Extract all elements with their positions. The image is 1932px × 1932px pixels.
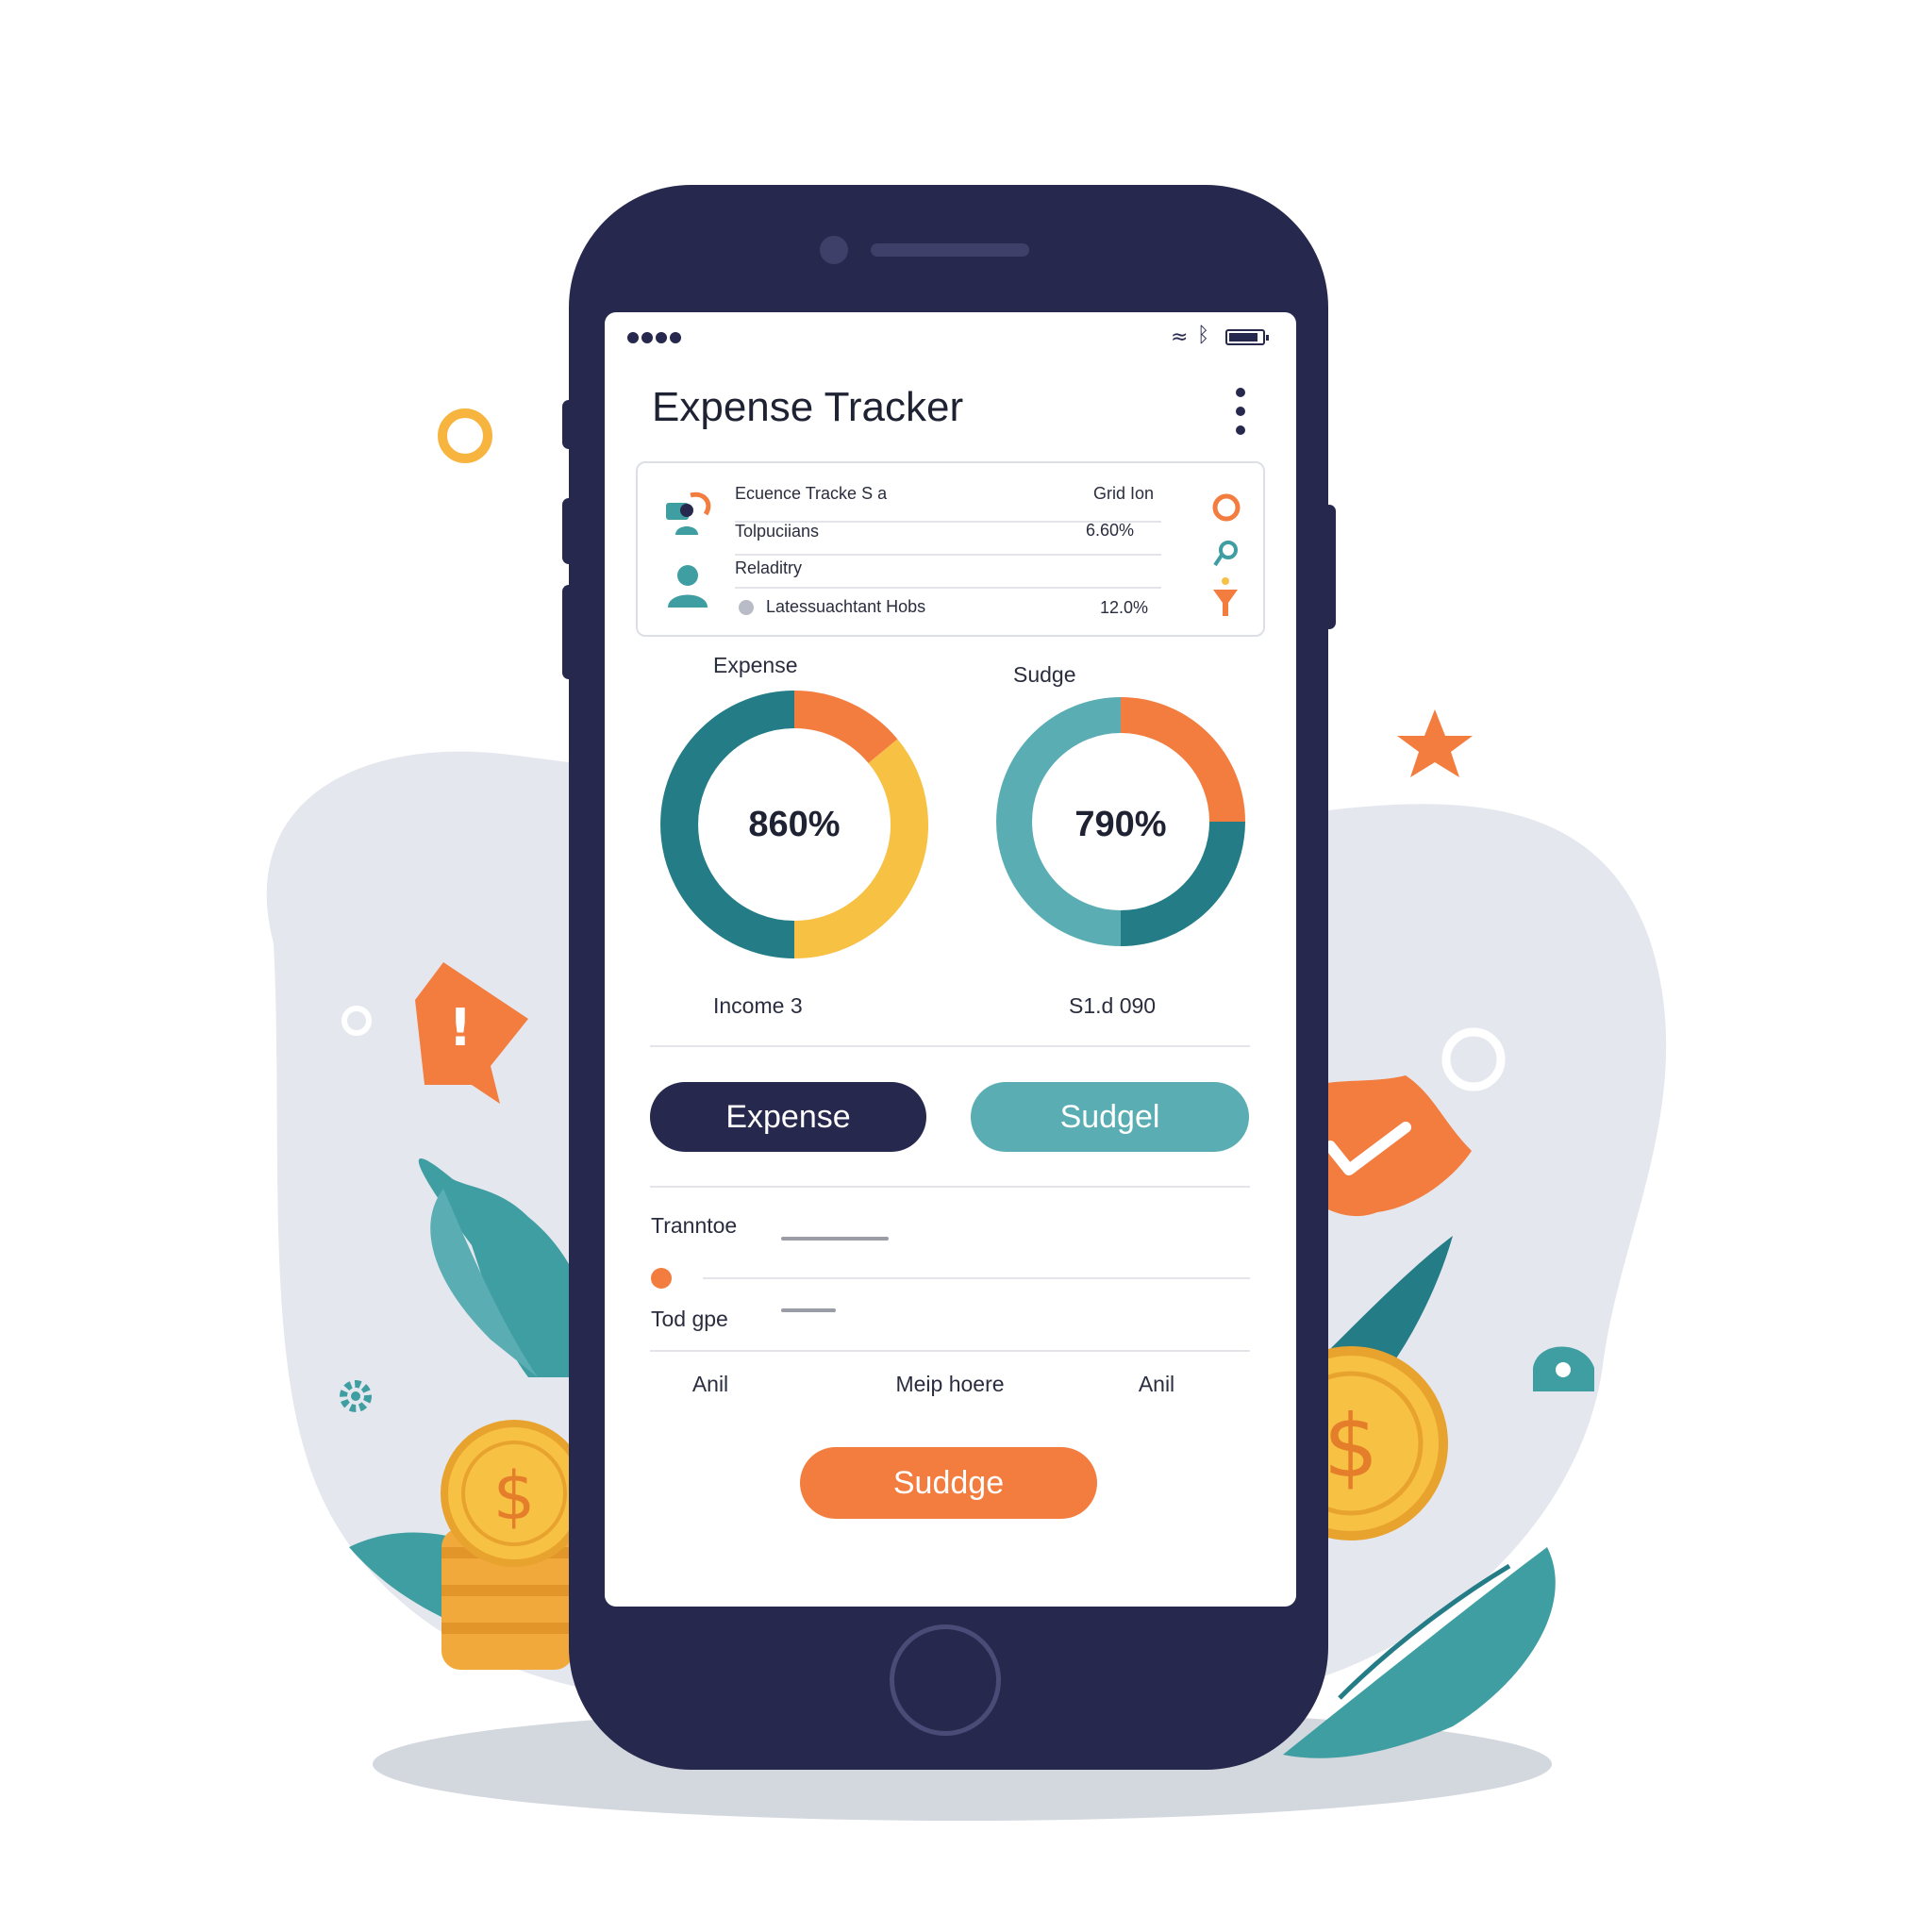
more-vertical-icon[interactable]	[1231, 388, 1250, 435]
star-icon	[1397, 709, 1473, 777]
money-person-icon	[666, 491, 711, 535]
transaction-field-label: Tranntoe	[651, 1213, 738, 1238]
signal-dot-icon	[627, 332, 639, 343]
summary-row-value: 12.0%	[1100, 598, 1149, 617]
summary-header-label: Ecuence Tracke S a	[735, 484, 888, 503]
section-divider	[650, 1350, 1250, 1352]
section-divider	[650, 1186, 1250, 1188]
donut-slice-1	[793, 739, 928, 958]
svg-text:$: $	[1324, 1396, 1379, 1497]
app-screen: ≈ ᛒ Expense Tracker Ecuence Tracke S a G…	[605, 312, 1296, 1607]
info-icon	[739, 600, 754, 615]
coin-stack-icon: $	[441, 1420, 588, 1670]
chart-title: Expense	[713, 653, 798, 677]
type-field-input[interactable]	[781, 1308, 836, 1312]
camera-icon	[820, 236, 848, 264]
bluetooth-icon: ᛒ	[1197, 324, 1210, 347]
signal-dot-icon	[670, 332, 681, 343]
battery-icon	[1225, 329, 1269, 345]
svg-text:!: !	[449, 998, 473, 1058]
wifi-icon: ≈	[1171, 325, 1189, 349]
transaction-field-input[interactable]	[781, 1237, 889, 1241]
row-divider	[735, 554, 1161, 556]
chart-title: Sudge	[1013, 662, 1076, 687]
budget-button[interactable]: Sudgel	[971, 1082, 1249, 1152]
funnel-icon	[1213, 577, 1238, 616]
speaker-grille	[871, 243, 1029, 257]
field-underline	[703, 1277, 1250, 1279]
ring-icon	[1212, 493, 1241, 522]
app-title: Expense Tracker	[652, 384, 964, 430]
summary-row-value: 6.60%	[1086, 521, 1135, 540]
signal-dot-icon	[641, 332, 653, 343]
person-icon	[668, 565, 708, 608]
type-field-label: Tod gpe	[651, 1307, 728, 1331]
svg-text:$: $	[493, 1457, 536, 1535]
link-icon	[1213, 541, 1238, 567]
home-button[interactable]	[890, 1624, 1001, 1736]
summary-header-right: Grid Ion	[1093, 484, 1155, 503]
summary-row-label: Latessuachtant Hobs	[766, 597, 926, 616]
signal-dot-icon	[656, 332, 667, 343]
gear-icon	[340, 1380, 372, 1412]
donut-slice-0	[793, 691, 898, 764]
submit-button[interactable]: Suddge	[800, 1447, 1097, 1519]
chart-center-value: 860%	[748, 805, 841, 844]
ring-decoration-icon	[438, 408, 492, 463]
chart-footer-label: Income 3	[713, 993, 803, 1018]
selected-dot-icon[interactable]	[651, 1268, 672, 1289]
section-divider	[650, 1045, 1250, 1047]
summary-row-label: Reladitry	[735, 558, 803, 577]
tab-anil-right[interactable]: Anil	[1043, 1372, 1270, 1397]
summary-row-label: Tolpuciians	[735, 522, 820, 541]
expense-button[interactable]: Expense	[650, 1082, 926, 1152]
row-divider	[735, 587, 1161, 589]
chart-center-value: 790%	[1074, 805, 1167, 844]
tab-help[interactable]: Meip hoere	[837, 1372, 1063, 1397]
tab-anil-left[interactable]: Anil	[605, 1372, 824, 1397]
summary-card: Ecuence Tracke S a Grid Ion Tolpuciians …	[636, 461, 1265, 637]
chart-footer-label: S1.d 090	[1069, 993, 1157, 1018]
